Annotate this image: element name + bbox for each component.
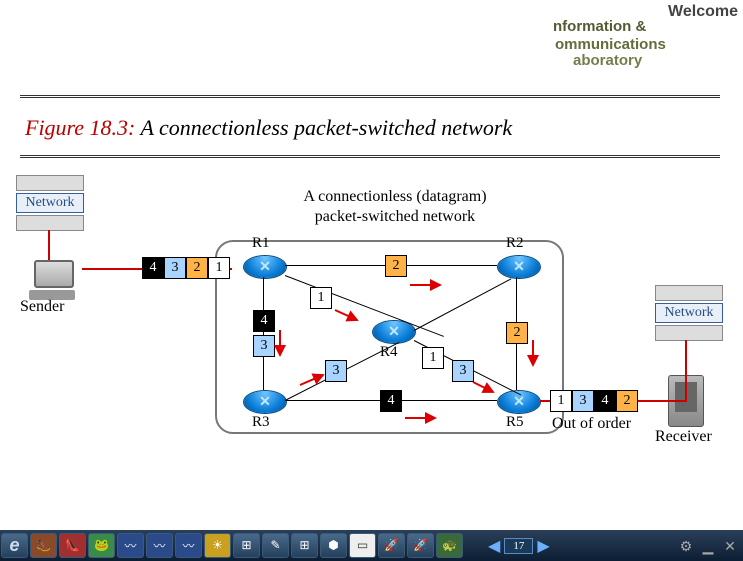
taskbar-icon-12[interactable]: ▭: [349, 533, 376, 558]
packet-2-top: 2: [385, 255, 407, 277]
packet-4-recv: 4: [594, 390, 616, 412]
packet-2-right: 2: [506, 322, 528, 344]
slide: Welcome nformation & ommunications abora…: [0, 0, 743, 530]
slide-title: Figure 18.3: A connectionless packet-swi…: [25, 115, 512, 141]
packet-4-left: 4: [253, 310, 275, 332]
taskbar-icon-4[interactable]: 〰: [117, 533, 144, 558]
link-r1-r3: [263, 277, 264, 390]
taskbar-icon-11[interactable]: ⬢: [320, 533, 347, 558]
recv-stack-layer2: [655, 325, 723, 341]
sender-label: Sender: [20, 298, 64, 316]
sender-stack-layer2: [16, 215, 84, 231]
nav-next[interactable]: ▶: [533, 536, 553, 556]
taskbar-icon-3[interactable]: 🐸: [88, 533, 115, 558]
figure-number: Figure 18.3:: [25, 115, 135, 140]
packet-2-recv: 2: [616, 390, 638, 412]
minimize-icon[interactable]: ▁: [699, 539, 717, 557]
sender-network-box: Network: [16, 193, 84, 213]
router-r2: ✕: [497, 255, 541, 279]
taskbar-icon-8[interactable]: ⊞: [233, 533, 260, 558]
taskbar: e 🥾 👠 🐸 〰 〰 〰 ☀ ⊞ ✎ ⊞ ⬢ ▭ 🚀 🚀 🐢 ◀ 17 ▶ ⚙…: [0, 530, 743, 561]
r3-label: R3: [252, 414, 270, 431]
banner-line3: aboratory: [573, 52, 642, 69]
taskbar-icon-9[interactable]: ✎: [262, 533, 289, 558]
taskbar-icon-14[interactable]: 🚀: [407, 533, 434, 558]
packet-2-sender: 2: [186, 257, 208, 279]
close-icon[interactable]: ✕: [721, 539, 739, 557]
taskbar-ie-icon[interactable]: e: [1, 533, 28, 558]
recv-stack-layer: [655, 285, 723, 301]
packet-1-r4r5: 1: [422, 347, 444, 369]
diagram: A connectionless (datagram) packet-switc…: [0, 160, 743, 510]
r5-label: R5: [506, 414, 524, 431]
receiver-up-link: [685, 340, 687, 402]
router-r3: ✕: [243, 390, 287, 414]
sender-link: [48, 230, 50, 260]
banner-line2: ommunications: [555, 36, 666, 53]
taskbar-icon-1[interactable]: 🥾: [30, 533, 57, 558]
figure-caption: A connectionless packet-switched network: [141, 115, 513, 140]
gear-icon[interactable]: ⚙: [677, 539, 695, 557]
rule-top: [20, 95, 720, 98]
header-banner: Welcome nformation & ommunications abora…: [543, 0, 743, 70]
packet-1-sender: 1: [208, 257, 230, 279]
diagram-caption-1: A connectionless (datagram): [265, 188, 525, 206]
packet-3-r4r5: 3: [452, 360, 474, 382]
router-r1: ✕: [243, 255, 287, 279]
taskbar-icon-10[interactable]: ⊞: [291, 533, 318, 558]
rule-bottom: [20, 155, 720, 158]
taskbar-icon-7[interactable]: ☀: [204, 533, 231, 558]
packet-4-bottom: 4: [380, 390, 402, 412]
taskbar-icon-6[interactable]: 〰: [175, 533, 202, 558]
out-of-order-label: Out of order: [552, 415, 631, 433]
page-number: 17: [504, 538, 533, 554]
sender-laptop-icon: [34, 260, 75, 300]
packet-4-sender: 4: [142, 257, 164, 279]
sender-stack-layer: [16, 175, 84, 191]
banner-line1: nformation &: [553, 18, 646, 35]
taskbar-icon-13[interactable]: 🚀: [378, 533, 405, 558]
packet-3-left: 3: [253, 335, 275, 357]
diagram-caption-2: packet-switched network: [265, 208, 525, 226]
receiver-label: Receiver: [655, 428, 712, 446]
r1-label: R1: [252, 235, 270, 252]
packet-3-sender: 3: [164, 257, 186, 279]
recv-network-box: Network: [655, 303, 723, 323]
packet-3-diag: 3: [325, 360, 347, 382]
nav-prev[interactable]: ◀: [484, 536, 504, 556]
taskbar-icon-15[interactable]: 🐢: [436, 533, 463, 558]
welcome-text: Welcome: [668, 3, 738, 21]
packet-1-recv: 1: [550, 390, 572, 412]
taskbar-icon-5[interactable]: 〰: [146, 533, 173, 558]
taskbar-icon-2[interactable]: 👠: [59, 533, 86, 558]
packet-1-mid: 1: [310, 287, 332, 309]
packet-3-recv: 3: [572, 390, 594, 412]
r2-label: R2: [506, 235, 524, 252]
window-controls: ⚙ ▁ ✕: [677, 539, 739, 557]
